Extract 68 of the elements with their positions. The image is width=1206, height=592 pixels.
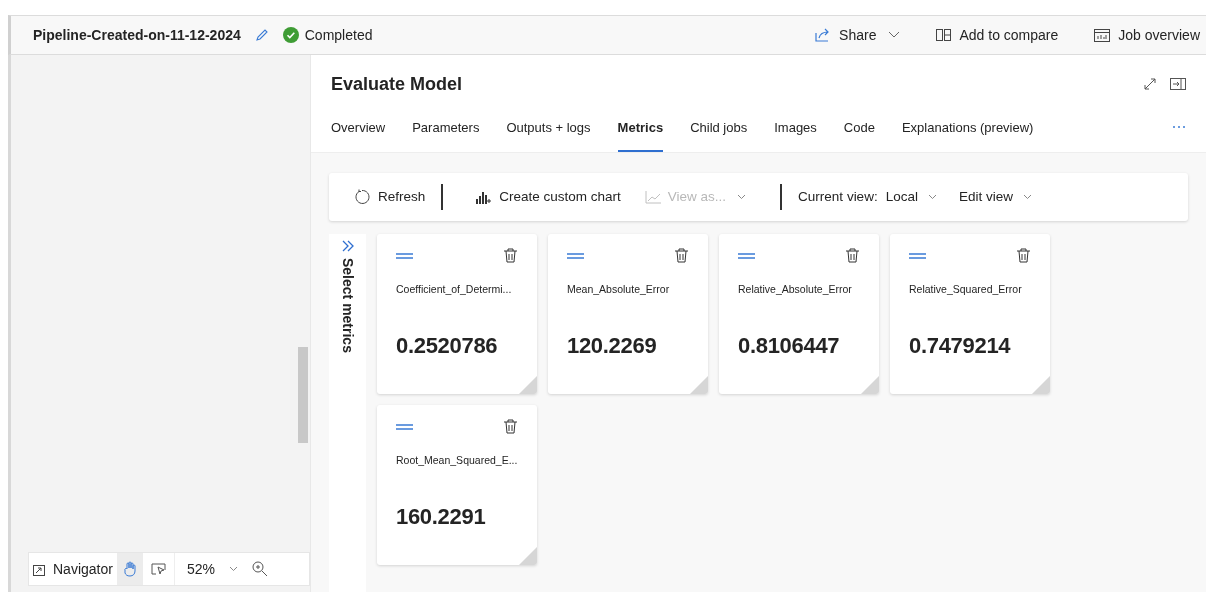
current-view-label: Current view: — [798, 187, 878, 206]
metric-name: Relative_Squared_Error — [909, 282, 1022, 297]
pan-tool[interactable] — [116, 553, 143, 585]
trash-icon[interactable] — [504, 248, 517, 263]
tab[interactable]: Outputs + logs — [506, 112, 591, 152]
tab[interactable]: Overview — [331, 112, 386, 152]
columns-icon — [936, 29, 952, 41]
current-view-dropdown[interactable]: Local — [885, 186, 937, 208]
select-metrics-label: Select metrics — [339, 258, 357, 353]
drag-handle-icon[interactable] — [396, 423, 413, 430]
panel-title: Evaluate Model — [331, 72, 463, 96]
metric-value: 0.8106447 — [738, 331, 841, 360]
metric-name: Mean_Absolute_Error — [567, 282, 670, 297]
pencil-icon[interactable] — [254, 28, 269, 42]
metric-name: Root_Mean_Squared_E... — [396, 453, 518, 468]
status-text: Completed — [304, 25, 373, 45]
dashboard-icon — [1094, 28, 1111, 42]
navigator-icon — [33, 562, 47, 576]
tab[interactable]: Child jobs — [690, 112, 748, 152]
tab[interactable]: Parameters — [412, 112, 480, 152]
cursor-screen-icon — [150, 562, 166, 576]
hand-icon — [122, 561, 137, 577]
resize-handle-icon[interactable] — [519, 376, 537, 394]
chevron-down-icon — [927, 194, 937, 200]
check-circle-icon — [282, 27, 299, 43]
metric-value: 0.2520786 — [396, 331, 499, 360]
resize-handle-icon[interactable] — [861, 376, 879, 394]
dock-icon[interactable] — [1170, 78, 1186, 90]
chevron-down-icon — [1022, 194, 1032, 200]
trash-icon[interactable] — [675, 248, 688, 263]
chevron-down-icon — [888, 31, 901, 39]
drag-handle-icon[interactable] — [738, 252, 755, 259]
metric-value: 0.7479214 — [909, 331, 1012, 360]
compare-button[interactable]: Add to compare — [936, 24, 1059, 46]
drag-handle-icon[interactable] — [909, 252, 926, 259]
scrollbar-thumb[interactable] — [298, 347, 308, 443]
create-chart-button[interactable]: Create custom chart — [475, 186, 621, 208]
metric-value: 160.2291 — [396, 502, 487, 531]
bar-chart-icon — [475, 190, 492, 204]
drag-handle-icon[interactable] — [567, 252, 584, 259]
resize-handle-icon[interactable] — [690, 376, 708, 394]
chevron-down-icon — [228, 566, 238, 572]
expand-icon[interactable] — [1144, 78, 1156, 90]
metric-name: Coefficient_of_Determi... — [396, 282, 512, 297]
metric-value: 120.2269 — [567, 331, 658, 360]
chevron-down-icon — [737, 194, 747, 200]
metric-name: Relative_Absolute_Error — [738, 282, 852, 297]
navigator-button[interactable]: Navigator — [29, 553, 117, 585]
resize-handle-icon[interactable] — [519, 547, 537, 565]
refresh-button[interactable]: Refresh — [354, 186, 426, 208]
overview-button[interactable]: Job overview — [1094, 24, 1200, 46]
trash-icon[interactable] — [846, 248, 859, 263]
tab[interactable]: Explanations (preview) — [901, 112, 1034, 152]
tab[interactable]: Images — [774, 112, 817, 152]
refresh-icon — [354, 189, 370, 205]
line-chart-icon — [644, 190, 661, 204]
edit-view-dropdown[interactable]: Edit view — [958, 186, 1032, 208]
pipeline-title: Pipeline-Created-on-11-12-2024 — [33, 25, 241, 45]
tab[interactable]: Code — [843, 112, 875, 152]
zoom-in-icon[interactable] — [251, 561, 268, 577]
trash-icon[interactable] — [1017, 248, 1030, 263]
share-button[interactable]: Share — [815, 24, 901, 46]
trash-icon[interactable] — [504, 419, 517, 434]
double-chevron-icon — [340, 240, 355, 252]
zoom-dropdown[interactable]: 52% — [174, 553, 250, 585]
select-metrics-strip[interactable]: Select metrics — [329, 234, 366, 592]
resize-handle-icon[interactable] — [1032, 376, 1050, 394]
drag-handle-icon[interactable] — [396, 252, 413, 259]
